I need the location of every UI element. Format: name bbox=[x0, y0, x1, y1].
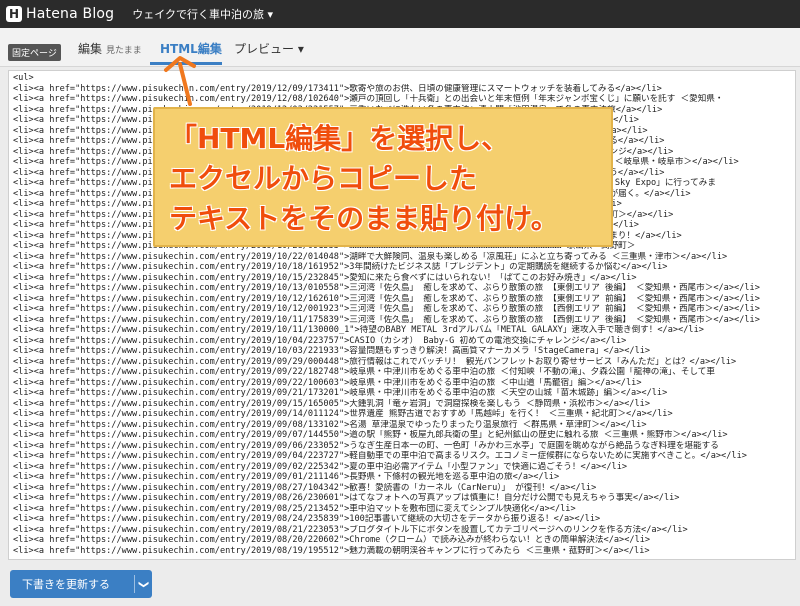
blog-selector[interactable]: ウェイクで行く車中泊の旅 ▾ bbox=[132, 6, 273, 22]
code-line: <li><a href="https://www.pisukechin.com/… bbox=[13, 283, 760, 293]
code-line: <li><a href="https://www.pisukechin.com/… bbox=[13, 251, 728, 262]
hatena-logo-icon: H bbox=[6, 6, 22, 22]
callout-line-2: エクセルからコピーした bbox=[169, 162, 478, 196]
tab-edit-label: 編集 bbox=[78, 42, 103, 56]
code-line: <li><a href="https://www.pisukechin.com/… bbox=[13, 367, 715, 377]
instruction-callout: 「HTML編集」を選択し、 エクセルからコピーした テキストをそのまま貼り付け。 bbox=[153, 107, 613, 247]
code-line: <li><a href="https://www.pisukechin.com/… bbox=[13, 440, 719, 451]
top-navigation-bar: H Hatena Blog ウェイクで行く車中泊の旅 ▾ bbox=[0, 0, 800, 28]
code-line: <li><a href="https://www.pisukechin.com/… bbox=[13, 83, 662, 94]
tab-edit-sublabel: 見たまま bbox=[106, 46, 142, 56]
code-line: <li><a href="https://www.pisukechin.com/… bbox=[13, 304, 760, 314]
code-line: <li><a href="https://www.pisukechin.com/… bbox=[13, 482, 597, 493]
update-draft-label: 下書きを更新する bbox=[22, 578, 110, 591]
code-line: <li><a href="https://www.pisukechin.com/… bbox=[13, 325, 704, 335]
editor-footer: 下書きを更新する ❯ bbox=[0, 560, 800, 606]
code-line: <li><a href="https://www.pisukechin.com/… bbox=[13, 94, 724, 104]
code-line: <li><a href="https://www.pisukechin.com/… bbox=[13, 503, 576, 514]
code-line: <li><a href="https://www.pisukechin.com/… bbox=[13, 451, 747, 461]
arrow-annotation-icon bbox=[164, 56, 196, 106]
code-line: <li><a href="https://www.pisukechin.com/… bbox=[13, 493, 680, 503]
code-line: <li><a href="https://www.pisukechin.com/… bbox=[13, 388, 668, 398]
code-line: <li><a href="https://www.pisukechin.com/… bbox=[13, 293, 760, 304]
brand-name: Hatena Blog bbox=[26, 6, 115, 22]
chevron-down-icon[interactable]: ❯ bbox=[138, 576, 149, 593]
code-line: <li><a href="https://www.pisukechin.com/… bbox=[13, 314, 760, 325]
code-line: <li><a href="https://www.pisukechin.com/… bbox=[13, 356, 737, 367]
code-line: <li><a href="https://www.pisukechin.com/… bbox=[13, 335, 627, 346]
code-line: <li><a href="https://www.pisukechin.com/… bbox=[13, 545, 650, 556]
tab-preview[interactable]: プレビュー ▾ bbox=[234, 40, 304, 57]
code-line: <li><a href="https://www.pisukechin.com/… bbox=[13, 472, 560, 482]
code-line: <ul> bbox=[13, 73, 34, 83]
code-line: <li><a href="https://www.pisukechin.com/… bbox=[13, 430, 728, 440]
fixed-page-badge: 固定ページ bbox=[8, 44, 61, 61]
code-line: <li><a href="https://www.pisukechin.com/… bbox=[13, 524, 688, 535]
editor-tabs-bar: 固定ページ 編集 見たまま HTML編集 プレビュー ▾ bbox=[0, 28, 800, 67]
code-line: <li><a href="https://www.pisukechin.com/… bbox=[13, 262, 668, 272]
code-line: <li><a href="https://www.pisukechin.com/… bbox=[13, 514, 601, 524]
code-line: <li><a href="https://www.pisukechin.com/… bbox=[13, 419, 647, 430]
code-line: <li><a href="https://www.pisukechin.com/… bbox=[13, 461, 628, 472]
button-divider bbox=[134, 575, 135, 593]
callout-line-3: テキストをそのまま貼り付け。 bbox=[169, 202, 560, 236]
callout-line-1: 「HTML編集」を選択し、 bbox=[169, 122, 510, 156]
code-line: <li><a href="https://www.pisukechin.com/… bbox=[13, 272, 637, 283]
tab-edit[interactable]: 編集 見たまま bbox=[78, 40, 142, 57]
code-line: <li><a href="https://www.pisukechin.com/… bbox=[13, 409, 673, 419]
code-line: <li><a href="https://www.pisukechin.com/… bbox=[13, 377, 642, 388]
hatena-blog-logo[interactable]: H Hatena Blog bbox=[6, 6, 114, 22]
code-line: <li><a href="https://www.pisukechin.com/… bbox=[13, 346, 651, 356]
code-line: <li><a href="https://www.pisukechin.com/… bbox=[13, 535, 651, 545]
update-draft-button[interactable]: 下書きを更新する ❯ bbox=[10, 570, 152, 598]
code-line: <li><a href="https://www.pisukechin.com/… bbox=[13, 398, 651, 409]
